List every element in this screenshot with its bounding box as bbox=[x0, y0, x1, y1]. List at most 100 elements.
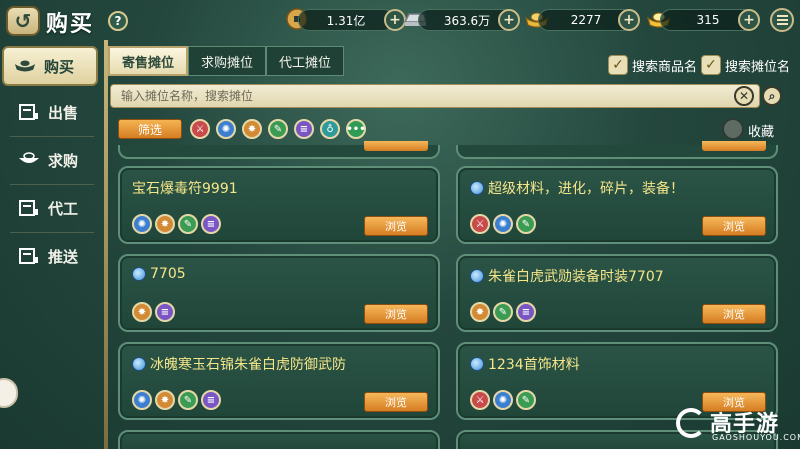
checkbox-label: 搜索摊位名 bbox=[725, 59, 791, 75]
sidebar-divider bbox=[10, 184, 94, 185]
check-icon: ✓ bbox=[608, 55, 628, 75]
stall-card[interactable]: 7705 ✸ ≡ 浏览 bbox=[118, 254, 440, 332]
sidebar-divider bbox=[10, 136, 94, 137]
filter-weapon-icon[interactable]: ⚔ bbox=[190, 119, 210, 139]
watermark: 高手游 GAOSHOUYOU.COM bbox=[676, 404, 800, 448]
check-icon: ✓ bbox=[701, 55, 721, 75]
menu-icon bbox=[776, 15, 788, 17]
filter-button[interactable]: 筛选 bbox=[118, 119, 182, 139]
pet-icon: ✸ bbox=[155, 214, 175, 234]
top-bar: ↺ 购买 ? 1.31亿 + 363.6万 + 2277 + 315 + bbox=[0, 0, 800, 40]
stall-categories: ✸ ✎ ≡ bbox=[470, 302, 536, 322]
material-icon: ✎ bbox=[516, 214, 536, 234]
stall-card[interactable]: 超级材料，进化，碎片，装备！ ⚔ ✺ ✎ 浏览 bbox=[456, 166, 778, 244]
material-icon: ✎ bbox=[178, 214, 198, 234]
sidebar-item-push[interactable]: 推送 bbox=[8, 238, 98, 274]
stall-categories: ✸ ≡ bbox=[132, 302, 175, 322]
view-button[interactable] bbox=[364, 141, 428, 151]
sidebar-item-contract[interactable]: 代工 bbox=[8, 190, 98, 226]
favorite-toggle[interactable] bbox=[722, 118, 744, 140]
tab-bar: 寄售摊位 求购摊位 代工摊位 bbox=[108, 46, 345, 76]
sidebar-item-buy[interactable]: 购买 bbox=[2, 46, 98, 86]
pet-icon: ✸ bbox=[132, 302, 152, 322]
favorite-label: 收藏 bbox=[748, 125, 775, 140]
stall-card-partial bbox=[456, 141, 778, 159]
stall-icon bbox=[18, 103, 40, 121]
gem-icon: ✺ bbox=[132, 390, 152, 410]
stall-card-partial bbox=[118, 141, 440, 159]
stall-icon bbox=[18, 199, 40, 217]
stall-name-text: 超级材料，进化，碎片，装备！ bbox=[488, 181, 684, 197]
search-stall-checkbox[interactable]: ✓ 搜索摊位名 bbox=[701, 55, 790, 75]
stall-card[interactable]: 冰魄寒玉石锦朱雀白虎防御武防 ✺ ✸ ✎ ≡ 浏览 bbox=[118, 342, 440, 420]
filter-pet-icon[interactable]: ✸ bbox=[242, 119, 262, 139]
stall-name-text: 冰魄寒玉石锦朱雀白虎防御武防 bbox=[150, 357, 346, 373]
stall-icon bbox=[18, 247, 40, 265]
copper-coin-amount: 1.31亿 bbox=[298, 9, 394, 31]
search-input[interactable] bbox=[111, 85, 759, 107]
sidebar-item-label: 代工 bbox=[48, 199, 79, 218]
stall-name-text: 朱雀白虎武勋装备时装7707 bbox=[488, 269, 664, 285]
help-button[interactable]: ? bbox=[108, 11, 128, 31]
filter-more-icon[interactable]: ••• bbox=[346, 119, 366, 139]
tab-request-stalls[interactable]: 求购摊位 bbox=[188, 46, 267, 76]
bowl-icon bbox=[18, 151, 40, 169]
add-silver-button[interactable]: + bbox=[498, 9, 520, 31]
add-yuanbao-button[interactable]: + bbox=[738, 9, 760, 31]
sidebar-item-label: 购买 bbox=[44, 57, 75, 76]
tab-contract-stalls[interactable]: 代工摊位 bbox=[266, 46, 345, 76]
clear-search-button[interactable]: ✕ bbox=[734, 86, 754, 106]
checkbox-label: 搜索商品名 bbox=[632, 59, 698, 75]
stall-categories: ⚔ ✺ ✎ bbox=[470, 214, 536, 234]
tab-consignment-stalls[interactable]: 寄售摊位 bbox=[108, 46, 189, 76]
view-button[interactable]: 浏览 bbox=[702, 216, 766, 236]
stall-card[interactable]: 朱雀白虎武勋装备时装7707 ✸ ✎ ≡ 浏览 bbox=[456, 254, 778, 332]
search-icon: ⌕ bbox=[768, 88, 776, 103]
stall-categories: ⚔ ✺ ✎ bbox=[470, 390, 536, 410]
close-icon: ✕ bbox=[738, 89, 750, 103]
filter-scroll-icon[interactable]: ≡ bbox=[294, 119, 314, 139]
stall-name: 冰魄寒玉石锦朱雀白虎防御武防 bbox=[132, 354, 346, 374]
view-button[interactable]: 浏览 bbox=[364, 392, 428, 412]
globe-icon bbox=[470, 269, 484, 283]
scroll-icon: ≡ bbox=[201, 390, 221, 410]
gem-icon: ✺ bbox=[493, 214, 513, 234]
sidebar-item-label: 出售 bbox=[48, 103, 79, 122]
weapon-icon: ⚔ bbox=[470, 214, 490, 234]
scroll-icon: ≡ bbox=[201, 214, 221, 234]
sidebar-item-sell[interactable]: 出售 bbox=[8, 94, 98, 130]
watermark-subtext: GAOSHOUYOU.COM bbox=[712, 433, 800, 442]
globe-icon bbox=[470, 357, 484, 371]
menu-button[interactable] bbox=[770, 8, 794, 32]
search-button[interactable]: ⌕ bbox=[762, 86, 782, 106]
sidebar-divider bbox=[10, 232, 94, 233]
filter-potion-icon[interactable]: ♁ bbox=[320, 119, 340, 139]
stall-name-text: 1234首饰材料 bbox=[488, 357, 580, 373]
material-icon: ✎ bbox=[178, 390, 198, 410]
stall-name: 超级材料，进化，碎片，装备！ bbox=[470, 178, 684, 198]
material-icon: ✎ bbox=[516, 390, 536, 410]
filter-material-icon[interactable]: ✎ bbox=[268, 119, 288, 139]
view-button[interactable]: 浏览 bbox=[364, 216, 428, 236]
add-gold-ingot-button[interactable]: + bbox=[618, 9, 640, 31]
scroll-icon: ≡ bbox=[516, 302, 536, 322]
view-button[interactable]: 浏览 bbox=[364, 304, 428, 324]
globe-icon bbox=[132, 357, 146, 371]
search-goods-checkbox[interactable]: ✓ 搜索商品名 bbox=[608, 55, 697, 75]
back-arrow-icon: ↺ bbox=[14, 9, 32, 33]
view-button[interactable]: 浏览 bbox=[702, 304, 766, 324]
view-button[interactable] bbox=[702, 141, 766, 151]
weapon-icon: ⚔ bbox=[470, 390, 490, 410]
stall-name-text: 7705 bbox=[150, 266, 186, 282]
material-icon: ✎ bbox=[493, 302, 513, 322]
sidebar-item-label: 求购 bbox=[48, 151, 79, 170]
stall-card[interactable]: 宝石爆毒符9991 ✺ ✸ ✎ ≡ 浏览 bbox=[118, 166, 440, 244]
sidebar-item-request[interactable]: 求购 bbox=[8, 142, 98, 178]
stall-name: 7705 bbox=[132, 266, 186, 282]
filter-gem-icon[interactable]: ✺ bbox=[216, 119, 236, 139]
search-bar bbox=[110, 84, 760, 108]
back-button[interactable]: ↺ bbox=[6, 6, 40, 36]
sidebar-border bbox=[104, 40, 108, 449]
stall-categories: ✺ ✸ ✎ ≡ bbox=[132, 390, 221, 410]
pet-icon: ✸ bbox=[155, 390, 175, 410]
